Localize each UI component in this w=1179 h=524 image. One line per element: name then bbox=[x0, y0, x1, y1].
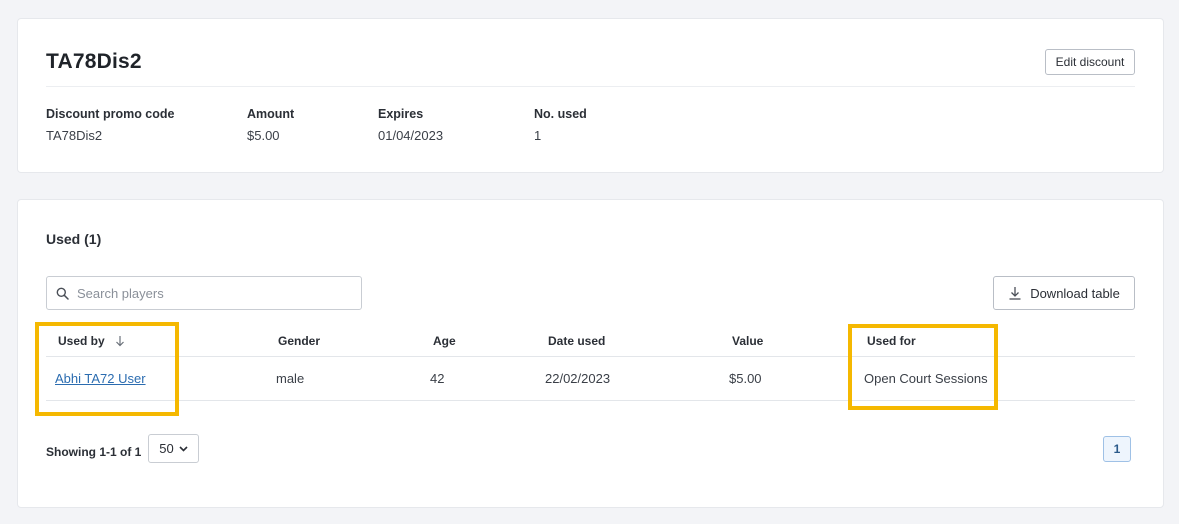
search-box[interactable] bbox=[46, 276, 362, 310]
download-icon bbox=[1008, 286, 1022, 300]
cell-used-by: Abhi TA72 User bbox=[55, 357, 146, 400]
page-button-current[interactable]: 1 bbox=[1103, 436, 1131, 462]
page-size-select[interactable]: 50 bbox=[148, 434, 199, 463]
column-header-used-by[interactable]: Used by bbox=[58, 325, 125, 356]
field-label: Amount bbox=[247, 107, 295, 121]
cell-age: 42 bbox=[430, 371, 445, 386]
download-label: Download table bbox=[1030, 285, 1120, 301]
column-header-used-for: Used for bbox=[867, 333, 916, 348]
column-header-value: Value bbox=[732, 333, 764, 348]
field-times-used: No. used 1 bbox=[534, 107, 587, 143]
section-title: Used (1) bbox=[46, 231, 102, 247]
pagination-summary: Showing 1-1 of 1 bbox=[46, 445, 142, 459]
column-header-gender: Gender bbox=[278, 333, 321, 348]
field-value: 1 bbox=[534, 128, 542, 143]
cell-date-used: 22/02/2023 bbox=[545, 371, 611, 386]
column-header-date-used: Date used bbox=[548, 333, 606, 348]
field-label: No. used bbox=[534, 107, 587, 121]
page-size-value: 50 bbox=[159, 441, 174, 456]
player-link[interactable]: Abhi TA72 User bbox=[55, 371, 146, 386]
divider bbox=[46, 86, 1135, 87]
edit-discount-button[interactable]: Edit discount bbox=[1045, 49, 1135, 75]
download-table-button[interactable]: Download table bbox=[993, 276, 1135, 310]
field-promo-code: Discount promo code TA78Dis2 bbox=[46, 107, 174, 143]
field-amount: Amount $5.00 bbox=[247, 107, 294, 143]
column-header-age: Age bbox=[433, 333, 456, 348]
chevron-down-icon bbox=[179, 445, 188, 452]
field-expires: Expires 01/04/2023 bbox=[378, 107, 443, 143]
search-icon bbox=[56, 287, 69, 300]
table-header: Used by Gender Age Date used Value Used … bbox=[46, 325, 1135, 357]
page-title: TA78Dis2 bbox=[46, 50, 142, 73]
field-label: Discount promo code bbox=[46, 107, 175, 121]
search-input[interactable] bbox=[75, 284, 349, 302]
field-value: $5.00 bbox=[247, 128, 280, 143]
table-row: Abhi TA72 User male 42 22/02/2023 $5.00 … bbox=[46, 357, 1135, 401]
cell-value: $5.00 bbox=[729, 371, 762, 386]
field-label: Expires bbox=[378, 107, 424, 121]
sort-down-icon[interactable] bbox=[115, 335, 125, 347]
discount-details-card: TA78Dis2 Edit discount Discount promo co… bbox=[17, 18, 1164, 173]
cell-used-for: Open Court Sessions bbox=[864, 371, 988, 386]
field-value: 01/04/2023 bbox=[378, 128, 444, 143]
cell-gender: male bbox=[276, 371, 305, 386]
column-label: Used by bbox=[58, 333, 105, 348]
field-value: TA78Dis2 bbox=[46, 128, 103, 143]
usage-card: Used (1) Download table Used by bbox=[17, 199, 1164, 508]
